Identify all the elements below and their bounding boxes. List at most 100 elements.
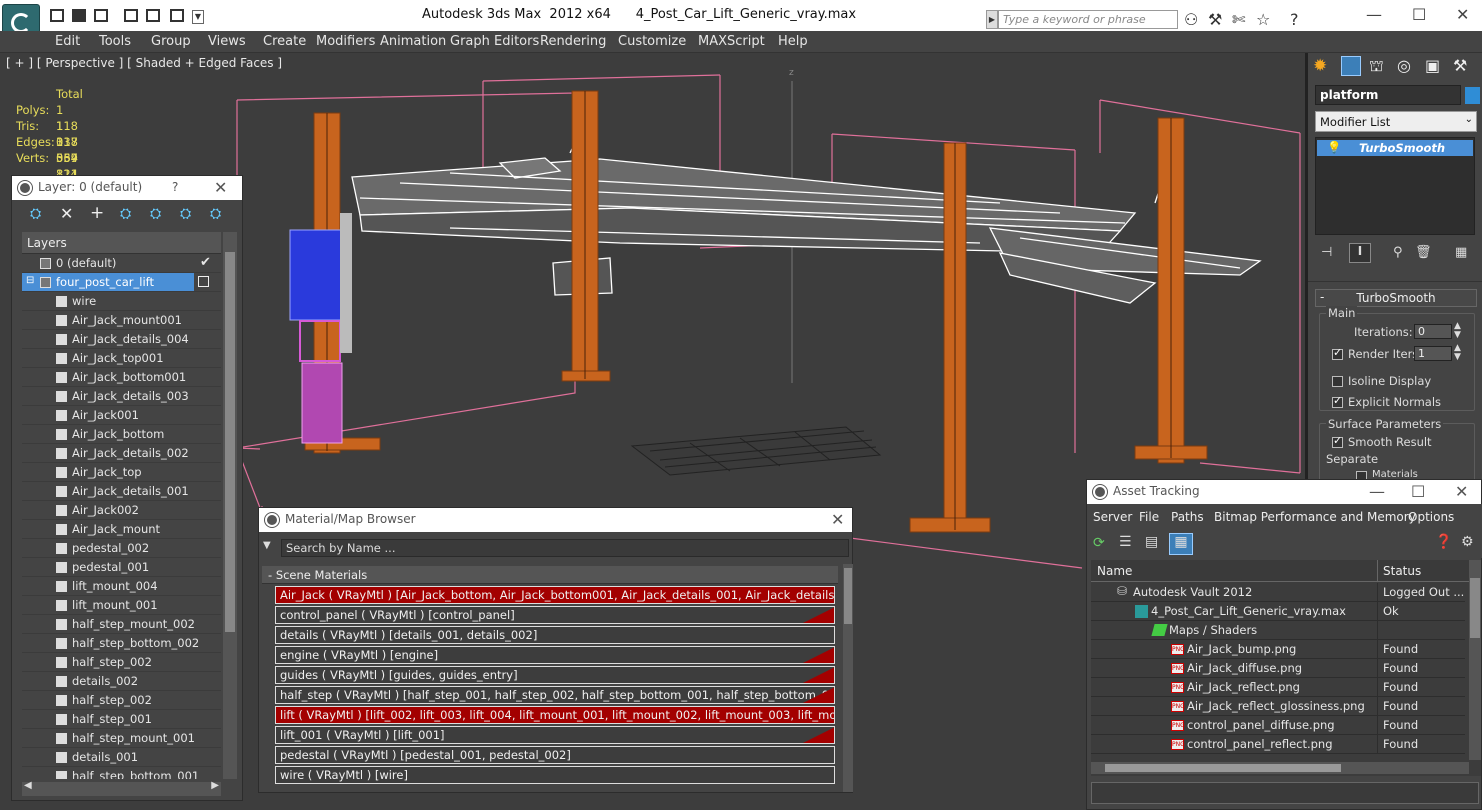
menu-views[interactable]: Views [208, 34, 246, 49]
layer-hscrollbar[interactable]: ◀ ▶ [22, 780, 221, 796]
menu-edit[interactable]: Edit [55, 34, 80, 49]
menu-create[interactable]: Create [263, 34, 306, 49]
rollout-collapse-icon[interactable]: - [1320, 290, 1324, 304]
help-icon[interactable]: ? [1290, 10, 1299, 29]
new-file-icon[interactable] [50, 9, 64, 22]
asset-menu-options[interactable]: Options [1408, 510, 1454, 524]
material-row[interactable]: half_step ( VRayMtl ) [half_step_001, ha… [275, 686, 835, 704]
menu-graph-editors[interactable]: Graph Editors [450, 34, 539, 49]
layer-object-row[interactable]: Air_Jack_bottom001 [22, 368, 221, 387]
layer-object-row[interactable]: details_002 [22, 672, 221, 691]
section-collapse-icon[interactable]: - [268, 568, 272, 582]
material-row[interactable]: pedestal ( VRayMtl ) [pedestal_001, pede… [275, 746, 835, 764]
asset-close-icon[interactable]: ✕ [1455, 482, 1468, 501]
asset-settings-icon[interactable]: ⚙ [1461, 534, 1474, 550]
menu-maxscript[interactable]: MAXScript [698, 34, 765, 49]
layer-object-row[interactable]: Air_Jack_bottom [22, 425, 221, 444]
column-name[interactable]: Name [1097, 564, 1132, 578]
asset-row[interactable]: PNG control_panel_diffuse.png Found [1091, 716, 1465, 735]
browser-options-icon[interactable]: ▼ [263, 540, 271, 551]
modify-tab-icon[interactable] [1341, 56, 1361, 76]
layer-object-row[interactable]: Air_Jack_details_004 [22, 330, 221, 349]
asset-hscroll-thumb[interactable] [1105, 764, 1341, 772]
keyword-search-input[interactable]: Type a keyword or phrase [998, 10, 1178, 29]
save-icon[interactable] [94, 9, 108, 22]
layer-object-row[interactable]: Air_Jack001 [22, 406, 221, 425]
layer-object-row[interactable]: wire [22, 292, 221, 311]
maximize-icon[interactable]: ☐ [1412, 5, 1426, 24]
layers-column-header[interactable]: Layers [22, 232, 196, 254]
render-iters-spinner[interactable]: 1 [1414, 346, 1452, 361]
scene-materials-section[interactable]: - Scene Materials [262, 566, 838, 584]
object-name-field[interactable]: platform [1315, 85, 1461, 105]
add-to-layer-icon[interactable]: + [90, 203, 104, 223]
scroll-right-icon[interactable]: ▶ [211, 780, 219, 791]
hide-all-icon[interactable]: ⛭ [180, 206, 191, 222]
layer-object-row[interactable]: half_step_bottom_001 [22, 767, 221, 779]
material-row[interactable]: control_panel ( VRayMtl ) [control_panel… [275, 606, 835, 624]
material-row[interactable]: guides ( VRayMtl ) [guides, guides_entry… [275, 666, 835, 684]
layer-object-row[interactable]: half_step_mount_001 [22, 729, 221, 748]
asset-row[interactable]: ⛁ Autodesk Vault 2012 Logged Out ... [1091, 583, 1465, 602]
layer-row-default[interactable]: 0 (default) ✔ [22, 254, 221, 273]
communication-icon[interactable]: ✄ [1232, 10, 1245, 29]
layer-object-row[interactable]: Air_Jack_details_003 [22, 387, 221, 406]
asset-maximize-icon[interactable]: ☐ [1411, 482, 1425, 501]
material-scrollbar[interactable] [843, 564, 853, 792]
layer-object-row[interactable]: Air_Jack_details_002 [22, 444, 221, 463]
iterations-spinner[interactable]: 0 [1414, 324, 1452, 339]
material-browser-close-icon[interactable]: ✕ [831, 510, 844, 529]
material-row[interactable]: engine ( VRayMtl ) [engine] [275, 646, 835, 664]
layer-object-row[interactable]: Air_Jack_top001 [22, 349, 221, 368]
create-tab-icon[interactable]: ✹ [1313, 56, 1327, 76]
asset-menu-paths[interactable]: Paths [1171, 510, 1204, 524]
layer-object-row[interactable]: lift_mount_001 [22, 596, 221, 615]
iterations-spin-arrows[interactable]: ▲ ▼ [1454, 322, 1461, 340]
menu-help[interactable]: Help [778, 34, 808, 49]
menu-modifiers[interactable]: Modifiers [316, 34, 375, 49]
scroll-left-icon[interactable]: ◀ [24, 780, 32, 791]
asset-vscrollbar[interactable] [1469, 560, 1481, 760]
project-folder-icon[interactable] [170, 9, 184, 22]
show-end-result-icon[interactable]: I [1349, 243, 1371, 263]
asset-minimize-icon[interactable]: — [1369, 482, 1385, 501]
motion-tab-icon[interactable]: ◎ [1397, 56, 1411, 75]
table-view-icon[interactable]: ▦ [1169, 533, 1193, 555]
object-color-swatch[interactable] [1465, 87, 1480, 104]
layer-object-row[interactable]: pedestal_002 [22, 539, 221, 558]
asset-row[interactable]: 4_Post_Car_Lift_Generic_vray.max Ok [1091, 602, 1465, 621]
asset-help-icon[interactable]: ❓ [1435, 534, 1452, 550]
highlight-layer-icon[interactable]: ⛭ [150, 206, 161, 222]
undo-icon[interactable] [124, 9, 138, 22]
material-browser-header[interactable]: Material/Map Browser ✕ [259, 508, 852, 532]
favorites-star-icon[interactable]: ☆ [1256, 10, 1270, 29]
asset-hscrollbar[interactable] [1091, 762, 1469, 774]
asset-row[interactable]: PNG Air_Jack_bump.png Found [1091, 640, 1465, 659]
layer-help-button[interactable]: ? [172, 180, 178, 194]
configure-sets-icon[interactable]: ▦ [1455, 245, 1467, 260]
layer-scrollbar[interactable] [223, 232, 237, 779]
asset-row[interactable]: PNG control_panel_reflect.png Found [1091, 735, 1465, 754]
layer-object-row[interactable]: Air_Jack_mount [22, 520, 221, 539]
hierarchy-tab-icon[interactable]: ⛫ [1369, 56, 1384, 77]
layer-object-row[interactable]: half_step_mount_002 [22, 615, 221, 634]
asset-row[interactable]: PNG Air_Jack_diffuse.png Found [1091, 659, 1465, 678]
isoline-display-checkbox[interactable] [1332, 376, 1343, 387]
asset-row[interactable]: Maps / Shaders [1091, 621, 1465, 640]
close-icon[interactable]: ✕ [1456, 5, 1469, 24]
platform-wireframe[interactable] [351, 127, 1262, 304]
redo-icon[interactable] [146, 9, 160, 22]
layer-scroll-thumb[interactable] [225, 252, 235, 632]
create-layer-icon[interactable]: ⛭ [30, 206, 41, 222]
asset-row[interactable]: PNG Air_Jack_reflect.png Found [1091, 678, 1465, 697]
panel-divider[interactable] [1305, 53, 1308, 485]
asset-path-field[interactable] [1091, 782, 1479, 804]
asset-menu-file[interactable]: File [1139, 510, 1159, 524]
asset-row[interactable]: PNG Air_Jack_reflect_glossiness.png Found [1091, 697, 1465, 716]
layer-object-row[interactable]: lift_mount_004 [22, 577, 221, 596]
stack-item-turbosmooth[interactable]: 💡 TurboSmooth [1317, 140, 1473, 156]
layer-object-row[interactable]: half_step_002 [22, 653, 221, 672]
asset-menu-server[interactable]: Server [1093, 510, 1132, 524]
layer-object-row[interactable]: half_step_002 [22, 691, 221, 710]
pin-stack-icon[interactable]: ⊣ [1321, 245, 1332, 260]
